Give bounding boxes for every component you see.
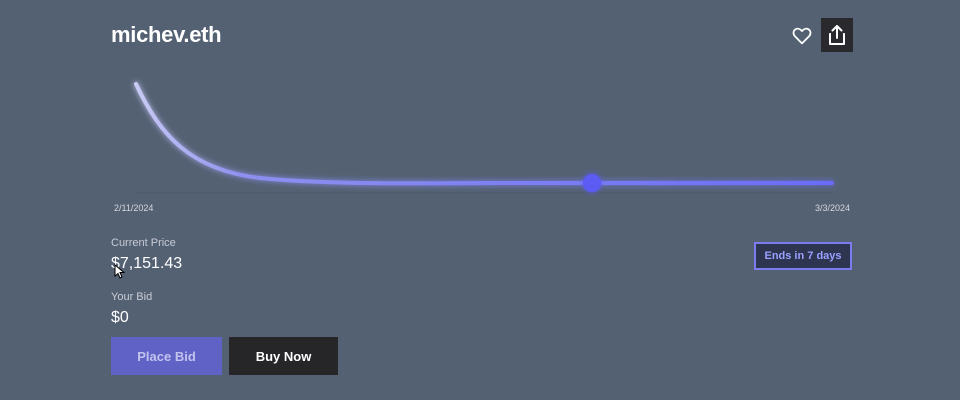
- price-decay-chart: [134, 82, 834, 194]
- chart-end-date: 3/3/2024: [814, 203, 850, 213]
- current-price-marker: [583, 174, 601, 192]
- price-curve: [134, 82, 834, 186]
- your-bid-value: $0: [111, 309, 129, 326]
- ends-in-badge: Ends in 7 days: [754, 242, 852, 270]
- your-bid-label: Your Bid: [111, 291, 153, 303]
- chart-start-date: 2/11/2024: [114, 203, 154, 213]
- current-price-label: Current Price: [111, 237, 176, 249]
- mouse-cursor-icon: [114, 264, 126, 279]
- place-bid-button[interactable]: Place Bid: [111, 337, 222, 375]
- buy-now-button[interactable]: Buy Now: [229, 337, 338, 375]
